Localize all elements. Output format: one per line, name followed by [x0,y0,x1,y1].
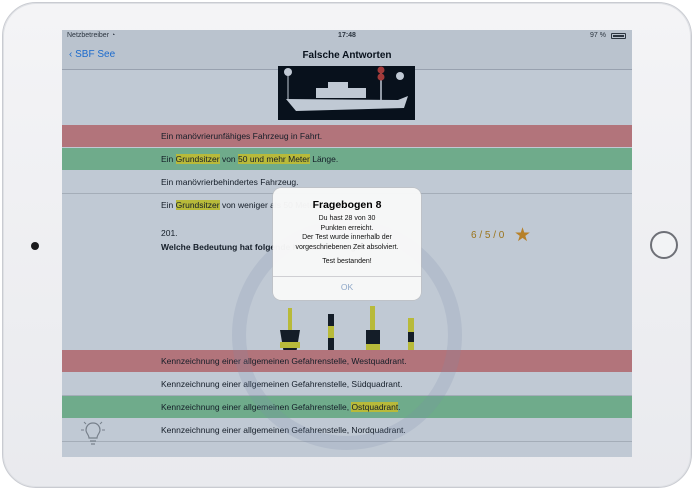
alert-divider [273,276,421,277]
result-alert: Fragebogen 8 Du hast 28 von 30 Punkten e… [273,188,421,300]
front-camera [31,242,39,250]
alert-title: Fragebogen 8 [312,199,382,211]
alert-result: Test bestanden! [322,258,372,265]
ok-button[interactable]: OK [273,282,421,292]
alert-message: Du hast 28 von 30 Punkten erreicht. Der … [295,215,399,251]
home-button[interactable] [650,231,678,259]
screen: Netzbetreiber ◔ 17:48 97 % ‹ SBF See Fal… [62,30,632,457]
